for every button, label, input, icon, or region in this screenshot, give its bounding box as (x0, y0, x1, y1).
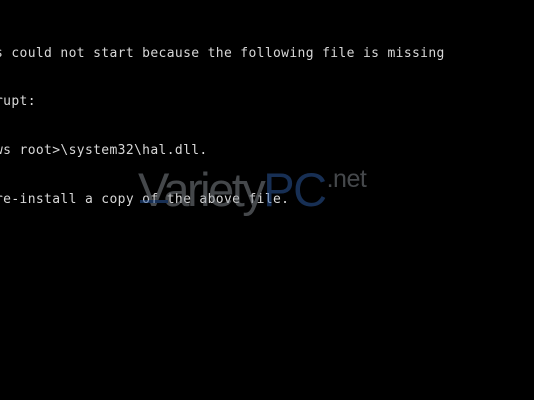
watermark-tld-text: .net (326, 165, 367, 193)
watermark-underline-mark (140, 200, 168, 203)
watermark-brand-text: Variety (138, 163, 266, 216)
console-line: rupt: (0, 94, 36, 110)
console-line: s could not start because the following … (0, 45, 445, 61)
watermark-logo: VarietyPC.net (138, 163, 367, 216)
boot-error-screen: s could not start because the following … (0, 0, 534, 400)
watermark-pc-text: PC (263, 163, 327, 216)
console-line: ws root>\system32\hal.dll. (0, 143, 208, 159)
